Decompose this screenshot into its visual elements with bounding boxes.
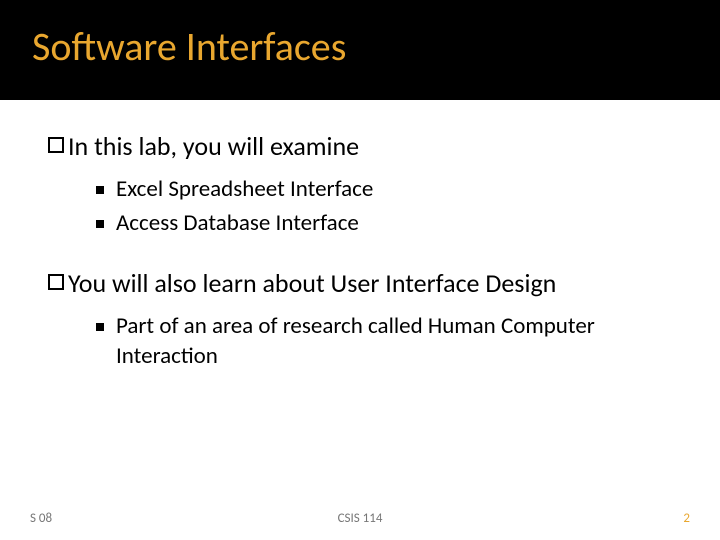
sub-bullet-item: Access Database Interface (96, 209, 670, 239)
sub-bullet-text: Access Database Interface (116, 209, 359, 239)
slide-footer: S 08 CSIS 114 2 (0, 511, 720, 526)
title-bar: Software Interfaces (0, 0, 720, 100)
slide-content: In this lab, you will examine Excel Spre… (0, 100, 720, 372)
slide-title: Software Interfaces (32, 22, 720, 71)
sub-list: Excel Spreadsheet Interface Access Datab… (96, 175, 670, 240)
bullet-text: You will also learn about User Interface… (68, 267, 556, 300)
sub-bullet-text: Excel Spreadsheet Interface (116, 175, 373, 205)
sub-bullet-item: Excel Spreadsheet Interface (96, 175, 670, 205)
filled-square-icon (96, 186, 104, 194)
hollow-square-icon (48, 274, 64, 290)
bullet-item: You will also learn about User Interface… (48, 267, 670, 300)
footer-course: CSIS 114 (0, 511, 720, 526)
filled-square-icon (96, 323, 104, 331)
bullet-item: In this lab, you will examine (48, 130, 670, 163)
bullet-text: In this lab, you will examine (68, 130, 359, 163)
sub-bullet-text: Part of an area of research called Human… (116, 312, 670, 372)
hollow-square-icon (48, 137, 64, 153)
sub-list: Part of an area of research called Human… (96, 312, 670, 372)
footer-date: S 08 (30, 511, 52, 526)
sub-bullet-item: Part of an area of research called Human… (96, 312, 670, 372)
slide-number: 2 (683, 511, 690, 526)
filled-square-icon (96, 220, 104, 228)
